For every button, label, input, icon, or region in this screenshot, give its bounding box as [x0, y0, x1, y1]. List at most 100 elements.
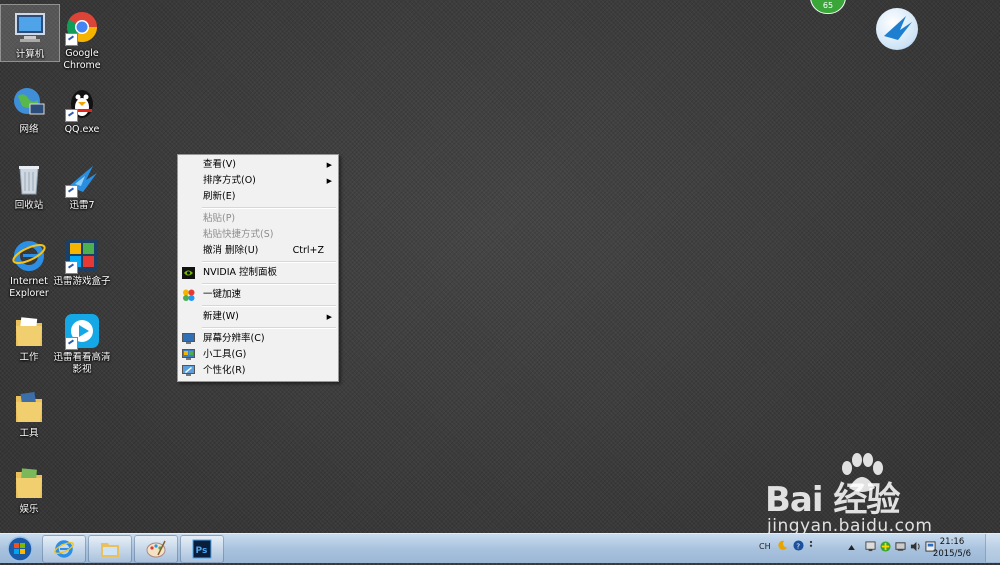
clock-date: 2015/5/6: [932, 549, 972, 559]
svg-text:?: ?: [796, 541, 800, 550]
input-language-indicator[interactable]: CH: [759, 542, 771, 551]
menu-item-shortcut: Ctrl+Z: [292, 245, 324, 256]
desktop-icon-label: 网络: [19, 124, 39, 135]
menu-item-label: 刷新(E): [203, 191, 236, 202]
taskbar-explorer-button[interactable]: [88, 535, 132, 563]
shortcut-arrow-icon: [65, 261, 78, 274]
desktop-icon-computer[interactable]: 计算机: [0, 4, 60, 62]
gadgets-icon: [182, 349, 195, 361]
taskbar-paint-button[interactable]: [134, 535, 178, 563]
photoshop-icon: Ps: [192, 539, 212, 559]
menu-item-view[interactable]: 查看(V) ▶: [178, 157, 338, 173]
tray-device-icon[interactable]: [865, 541, 876, 554]
help-icon[interactable]: ?: [793, 540, 804, 553]
menu-item-label: 查看(V): [203, 159, 236, 170]
desktop-icon-xunlei-kankan[interactable]: 迅雷看看高清影视: [53, 308, 111, 376]
desktop-icon-label: 迅雷游戏盒子: [53, 276, 111, 287]
desktop-icon-label: Internet Explorer: [9, 276, 49, 299]
network-globe-icon: [10, 84, 48, 122]
taskbar-clock[interactable]: 21:16 2015/5/6: [928, 536, 976, 560]
desktop-icon-qq[interactable]: QQ.exe: [53, 80, 111, 136]
desktop-icon-chrome[interactable]: Google Chrome: [53, 4, 111, 72]
desktop-icon-label: 迅雷7: [69, 200, 95, 211]
desktop-icon-work-folder[interactable]: 工作: [0, 308, 58, 364]
menu-item-label: NVIDIA 控制面板: [203, 267, 278, 278]
ime-settings-icon[interactable]: [808, 538, 814, 554]
desktop-icon-label: 计算机: [15, 49, 45, 60]
menu-item-label: 新建(W): [203, 311, 239, 322]
menu-separator: [202, 305, 336, 307]
nvidia-icon: [182, 267, 195, 279]
desktop-icon-ie[interactable]: Internet Explorer: [0, 232, 58, 300]
submenu-arrow-icon: ▶: [326, 161, 332, 169]
baidu-jingyan-watermark: Bai 经验 jingyan.baidu.com: [765, 452, 985, 542]
desktop-icon-xunlei7[interactable]: 迅雷7: [53, 156, 111, 212]
folder-icon: [10, 388, 48, 426]
menu-item-label: 小工具(G): [203, 349, 247, 360]
folder-icon: [10, 464, 48, 502]
boost-icon: [182, 289, 195, 301]
xunlei-float-icon[interactable]: [876, 8, 918, 50]
shortcut-arrow-icon: [65, 337, 78, 350]
ime-moon-icon[interactable]: [777, 540, 788, 553]
clock-time: 21:16: [939, 537, 965, 547]
desktop-icon-tools-folder[interactable]: 工具: [0, 384, 58, 440]
desktop-icon-label: QQ.exe: [64, 124, 100, 135]
menu-item-refresh[interactable]: 刷新(E): [178, 189, 338, 205]
menu-item-undo-delete[interactable]: 撤消 删除(U) Ctrl+Z: [178, 243, 338, 259]
folder-icon: [10, 312, 48, 350]
menu-item-paste[interactable]: 粘贴(P): [178, 211, 338, 227]
menu-item-label: 屏幕分辨率(C): [203, 333, 265, 344]
internet-explorer-icon: [54, 540, 74, 558]
menu-item-new[interactable]: 新建(W) ▶: [178, 309, 338, 325]
menu-item-gadgets[interactable]: 小工具(G): [178, 347, 338, 363]
menu-item-label: 粘贴(P): [203, 213, 236, 224]
taskbar: Ps CH ? 21:16 2015/5/6: [0, 533, 1000, 563]
tray-security-icon[interactable]: [880, 541, 891, 554]
paint-palette-icon: [146, 540, 166, 558]
start-button[interactable]: [2, 535, 38, 562]
desktop-icon-label: 工具: [19, 428, 39, 439]
menu-item-one-click-boost[interactable]: 一键加速: [178, 287, 338, 303]
desktop-icon-recycle-bin[interactable]: 回收站: [0, 156, 58, 212]
desktop-icon-label: 娱乐: [19, 504, 39, 515]
menu-item-label: 排序方式(O): [203, 175, 256, 186]
volume-icon[interactable]: [910, 541, 921, 554]
qq-penguin-icon: [63, 84, 101, 122]
game-box-icon: [63, 236, 101, 274]
menu-separator: [202, 207, 336, 209]
shortcut-arrow-icon: [65, 33, 78, 46]
submenu-arrow-icon: ▶: [326, 177, 332, 185]
menu-item-label: 撤消 删除(U): [203, 245, 259, 256]
desktop-icon-entertainment-folder[interactable]: 娱乐: [0, 460, 58, 516]
menu-item-paste-shortcut[interactable]: 粘贴快捷方式(S): [178, 227, 338, 243]
internet-explorer-icon: [10, 236, 48, 274]
windows-orb-icon: [7, 536, 33, 562]
menu-item-label: 粘贴快捷方式(S): [203, 229, 274, 240]
show-desktop-button[interactable]: [985, 534, 1000, 562]
menu-item-sort-by[interactable]: 排序方式(O) ▶: [178, 173, 338, 189]
submenu-arrow-icon: ▶: [326, 313, 332, 321]
menu-separator: [202, 327, 336, 329]
watermark-logo: Bai 经验: [765, 480, 900, 520]
personalize-icon: [182, 365, 195, 377]
taskbar-ie-button[interactable]: [42, 535, 86, 563]
shortcut-arrow-icon: [65, 185, 78, 198]
desktop-icon-xunlei-game-box[interactable]: 迅雷游戏盒子: [53, 232, 111, 288]
menu-separator: [202, 261, 336, 263]
menu-item-screen-resolution[interactable]: 屏幕分辨率(C): [178, 331, 338, 347]
xunlei-bird-icon: [63, 160, 101, 198]
folder-icon: [101, 543, 119, 557]
badge-65[interactable]: 65: [810, 0, 846, 14]
menu-item-label: 一键加速: [203, 289, 242, 300]
svg-text:Ps: Ps: [196, 546, 208, 556]
menu-item-personalize[interactable]: 个性化(R): [178, 363, 338, 379]
taskbar-photoshop-button[interactable]: Ps: [180, 535, 224, 563]
video-player-icon: [63, 312, 101, 350]
desktop-icon-network[interactable]: 网络: [0, 80, 58, 136]
menu-item-nvidia-control-panel[interactable]: NVIDIA 控制面板: [178, 265, 338, 281]
shortcut-arrow-icon: [65, 109, 78, 122]
tray-network-icon[interactable]: [895, 541, 906, 554]
tray-expand-icon[interactable]: [848, 543, 855, 552]
desktop[interactable]: 65 计算机 网络 回收站 Internet Explorer 工作 工具 娱乐…: [0, 0, 1000, 536]
